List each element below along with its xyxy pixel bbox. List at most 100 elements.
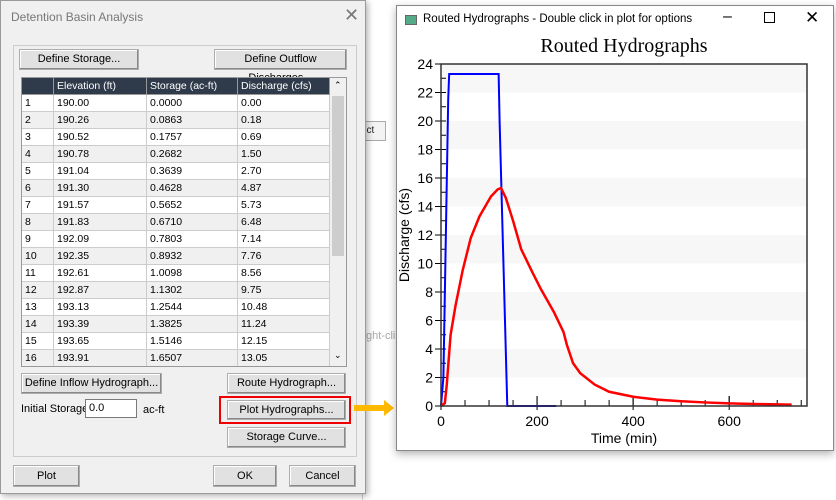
elevation-cell[interactable]: 190.00 (54, 95, 147, 112)
table-row[interactable]: 16 193.91 1.6507 13.05 (22, 350, 330, 366)
row-index[interactable]: 1 (22, 95, 54, 112)
elevation-cell[interactable]: 190.26 (54, 112, 147, 129)
table-row[interactable]: 9 192.09 0.7803 7.14 (22, 231, 330, 248)
row-index[interactable]: 2 (22, 112, 54, 129)
elevation-cell[interactable]: 192.09 (54, 231, 147, 248)
elevation-cell[interactable]: 193.39 (54, 316, 147, 333)
table-row[interactable]: 3 190.52 0.1757 0.69 (22, 129, 330, 146)
initial-storage-input[interactable]: 0.0 (85, 399, 137, 418)
table-row[interactable]: 15 193.65 1.5146 12.15 (22, 333, 330, 350)
row-index[interactable]: 9 (22, 231, 54, 248)
row-index[interactable]: 12 (22, 282, 54, 299)
table-row[interactable]: 14 193.39 1.3825 11.24 (22, 316, 330, 333)
discharge-cell[interactable]: 0.18 (238, 112, 330, 129)
storage-cell[interactable]: 0.8932 (147, 248, 238, 265)
storage-cell[interactable]: 0.3639 (147, 163, 238, 180)
row-index[interactable]: 8 (22, 214, 54, 231)
hydrograph-chart[interactable]: Routed Hydrographs0246810121416182022240… (397, 31, 833, 451)
storage-cell[interactable]: 0.6710 (147, 214, 238, 231)
storage-cell[interactable]: 0.0863 (147, 112, 238, 129)
define-outflow-button[interactable]: Define Outflow Discharges... (214, 49, 347, 84)
discharge-cell[interactable]: 1.50 (238, 146, 330, 163)
table-row[interactable]: 12 192.87 1.1302 9.75 (22, 282, 330, 299)
table-scrollbar[interactable]: ⌃ ⌄ (330, 78, 346, 366)
storage-cell[interactable]: 1.6507 (147, 350, 238, 366)
table-row[interactable]: 11 192.61 1.0098 8.56 (22, 265, 330, 282)
elevation-cell[interactable]: 192.87 (54, 282, 147, 299)
maximize-icon[interactable] (764, 12, 775, 23)
discharge-cell[interactable]: 5.73 (238, 197, 330, 214)
header-discharge[interactable]: Discharge (cfs) (238, 78, 330, 95)
plot-button[interactable]: Plot (13, 465, 80, 487)
discharge-cell[interactable]: 12.15 (238, 333, 330, 350)
storage-cell[interactable]: 0.5652 (147, 197, 238, 214)
storage-cell[interactable]: 1.3825 (147, 316, 238, 333)
storage-cell[interactable]: 1.5146 (147, 333, 238, 350)
define-inflow-button[interactable]: Define Inflow Hydrograph... (21, 373, 162, 394)
elevation-cell[interactable]: 191.57 (54, 197, 147, 214)
close-icon[interactable]: ✕ (344, 5, 359, 26)
chevron-down-icon[interactable]: ⌄ (334, 350, 342, 361)
table-row[interactable]: 13 193.13 1.2544 10.48 (22, 299, 330, 316)
cancel-button[interactable]: Cancel (289, 465, 356, 487)
table-row[interactable]: 4 190.78 0.2682 1.50 (22, 146, 330, 163)
minimize-icon[interactable]: – (723, 8, 732, 26)
table-row[interactable]: 1 190.00 0.0000 0.00 (22, 95, 330, 112)
scrollbar-thumb[interactable] (332, 96, 344, 256)
discharge-cell[interactable]: 0.69 (238, 129, 330, 146)
discharge-cell[interactable]: 7.14 (238, 231, 330, 248)
table-row[interactable]: 2 190.26 0.0863 0.18 (22, 112, 330, 129)
route-hydrograph-button[interactable]: Route Hydrograph... (227, 373, 346, 394)
discharge-cell[interactable]: 2.70 (238, 163, 330, 180)
storage-cell[interactable]: 0.4628 (147, 180, 238, 197)
storage-cell[interactable]: 1.2544 (147, 299, 238, 316)
row-index[interactable]: 3 (22, 129, 54, 146)
elevation-cell[interactable]: 193.65 (54, 333, 147, 350)
row-index[interactable]: 10 (22, 248, 54, 265)
discharge-cell[interactable]: 6.48 (238, 214, 330, 231)
discharge-cell[interactable]: 4.87 (238, 180, 330, 197)
discharge-cell[interactable]: 10.48 (238, 299, 330, 316)
storage-cell[interactable]: 0.1757 (147, 129, 238, 146)
row-index[interactable]: 4 (22, 146, 54, 163)
header-storage[interactable]: Storage (ac-ft) (147, 78, 238, 95)
table-row[interactable]: 6 191.30 0.4628 4.87 (22, 180, 330, 197)
storage-curve-button[interactable]: Storage Curve... (227, 427, 346, 448)
row-index[interactable]: 7 (22, 197, 54, 214)
define-storage-button[interactable]: Define Storage... (19, 49, 139, 70)
table-row[interactable]: 7 191.57 0.5652 5.73 (22, 197, 330, 214)
storage-cell[interactable]: 1.1302 (147, 282, 238, 299)
discharge-cell[interactable]: 7.76 (238, 248, 330, 265)
row-index[interactable]: 6 (22, 180, 54, 197)
storage-cell[interactable]: 0.2682 (147, 146, 238, 163)
discharge-cell[interactable]: 11.24 (238, 316, 330, 333)
elevation-cell[interactable]: 193.13 (54, 299, 147, 316)
storage-cell[interactable]: 0.0000 (147, 95, 238, 112)
elevation-cell[interactable]: 190.52 (54, 129, 147, 146)
elevation-cell[interactable]: 190.78 (54, 146, 147, 163)
row-index[interactable]: 11 (22, 265, 54, 282)
close-icon[interactable]: ✕ (805, 8, 819, 28)
table-row[interactable]: 8 191.83 0.6710 6.48 (22, 214, 330, 231)
chevron-up-icon[interactable]: ⌃ (334, 80, 342, 91)
header-elevation[interactable]: Elevation (ft) (54, 78, 147, 95)
row-index[interactable]: 14 (22, 316, 54, 333)
row-index[interactable]: 13 (22, 299, 54, 316)
discharge-cell[interactable]: 9.75 (238, 282, 330, 299)
row-index[interactable]: 5 (22, 163, 54, 180)
elevation-cell[interactable]: 191.30 (54, 180, 147, 197)
table-row[interactable]: 10 192.35 0.8932 7.76 (22, 248, 330, 265)
elevation-cell[interactable]: 191.83 (54, 214, 147, 231)
table-row[interactable]: 5 191.04 0.3639 2.70 (22, 163, 330, 180)
discharge-cell[interactable]: 13.05 (238, 350, 330, 366)
elevation-cell[interactable]: 191.04 (54, 163, 147, 180)
discharge-cell[interactable]: 8.56 (238, 265, 330, 282)
discharge-cell[interactable]: 0.00 (238, 95, 330, 112)
elevation-cell[interactable]: 192.61 (54, 265, 147, 282)
storage-cell[interactable]: 0.7803 (147, 231, 238, 248)
elevation-cell[interactable]: 193.91 (54, 350, 147, 366)
row-index[interactable]: 15 (22, 333, 54, 350)
elevation-cell[interactable]: 192.35 (54, 248, 147, 265)
row-index[interactable]: 16 (22, 350, 54, 366)
ok-button[interactable]: OK (213, 465, 277, 487)
